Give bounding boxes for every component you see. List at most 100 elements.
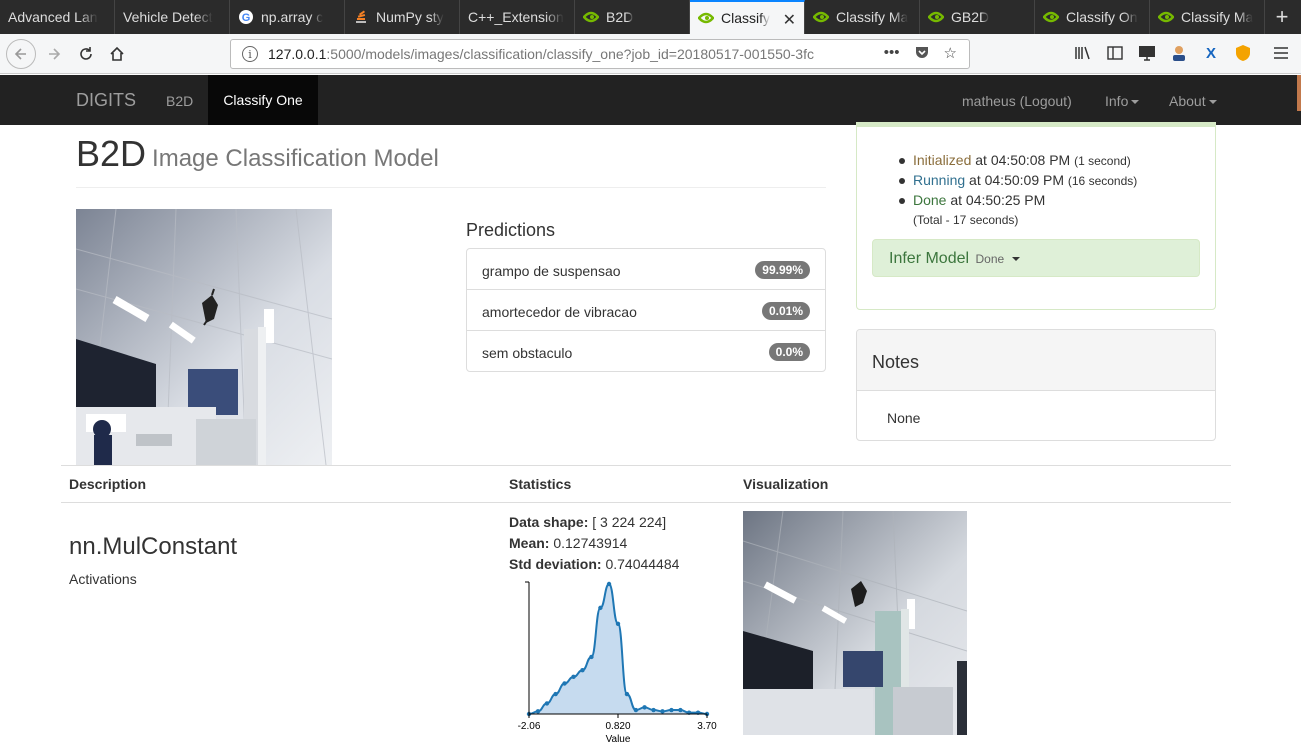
histogram-point	[678, 707, 683, 713]
x-axis-label: Value	[606, 734, 631, 744]
status-total: (Total - 17 seconds)	[913, 213, 1019, 227]
nvidia-icon	[1158, 9, 1174, 25]
tab-title: Classify On	[1066, 9, 1138, 25]
info-icon[interactable]: i	[242, 46, 258, 62]
arrow-right-icon	[49, 48, 61, 60]
histogram-point	[553, 691, 558, 697]
nvidia-icon	[698, 10, 714, 26]
browser-tab-active[interactable]: Classify ✕	[690, 0, 805, 34]
caret-down-icon	[1208, 100, 1217, 105]
tab-title: Advanced Lan	[8, 9, 98, 25]
status-list: Initialized at 04:50:08 PM (1 second) Ru…	[898, 152, 1138, 212]
histogram-point	[598, 605, 603, 611]
page-scrollbar[interactable]	[1297, 75, 1301, 111]
infer-model-label: Infer Model	[889, 250, 970, 267]
stat-value: [ 3 224 224]	[592, 514, 667, 530]
extension-x-icon[interactable]: X	[1202, 44, 1220, 62]
status-duration: (1 second)	[1074, 154, 1131, 168]
status-time: at 04:50:25 PM	[950, 192, 1046, 208]
prediction-item: sem obstaculo 0.0%	[467, 331, 825, 371]
tab-title: GB2D	[951, 9, 990, 25]
forward-button[interactable]	[40, 40, 68, 68]
status-duration: (16 seconds)	[1067, 174, 1138, 188]
std-stat: Std deviation: 0.74044484	[509, 556, 679, 572]
status-state: Done	[913, 192, 947, 208]
nav-model-link[interactable]: B2D	[166, 93, 193, 109]
model-name: B2D	[76, 133, 147, 174]
nav-classify-one[interactable]: Classify One	[208, 75, 318, 125]
new-tab-button[interactable]: +	[1265, 0, 1299, 34]
tab-title: Classify Ma	[1181, 9, 1254, 25]
infer-model-state: Done	[975, 252, 1005, 266]
extension-shield-icon[interactable]	[1234, 44, 1252, 62]
layer-type: Activations	[69, 571, 137, 587]
x-tick-label: 0.820	[605, 721, 630, 732]
screen-icon[interactable]	[1138, 44, 1156, 62]
browser-tab[interactable]: Vehicle Detect	[115, 0, 230, 34]
close-icon[interactable]: ✕	[783, 10, 796, 30]
svg-text:G: G	[242, 12, 251, 24]
browser-tab[interactable]: NumPy sty	[345, 0, 460, 34]
browser-tab[interactable]: Advanced Lan	[0, 0, 115, 34]
caret-down-icon	[1011, 256, 1020, 261]
user-logout-link[interactable]: matheus (Logout)	[962, 93, 1072, 109]
nvidia-icon	[928, 9, 944, 25]
caret-down-icon	[1131, 100, 1140, 105]
histogram-point	[660, 709, 665, 714]
browser-tab[interactable]: Classify On	[1035, 0, 1150, 34]
pocket-icon[interactable]	[914, 44, 930, 64]
prediction-item: grampo de suspensao 99.99%	[467, 249, 825, 290]
browser-tab[interactable]: GB2D	[920, 0, 1035, 34]
prediction-badge: 0.0%	[768, 343, 810, 361]
extension-user-icon[interactable]	[1170, 44, 1188, 62]
about-label: About	[1169, 93, 1206, 109]
sidebar-icon[interactable]	[1106, 44, 1124, 62]
histogram-point	[633, 707, 639, 713]
library-icon[interactable]	[1074, 44, 1092, 62]
home-button[interactable]	[103, 40, 131, 68]
nvidia-icon	[1043, 9, 1059, 25]
job-status-panel: Initialized at 04:50:08 PM (1 second) Ru…	[856, 122, 1216, 310]
bookmark-star-icon[interactable]: ☆	[944, 44, 957, 64]
notes-body: None	[887, 410, 921, 426]
tab-title: C++_Extension	[468, 9, 564, 25]
visualization-header: Visualization	[743, 476, 829, 492]
infer-model-dropdown[interactable]: Infer Model Done	[872, 239, 1200, 277]
stat-label: Std deviation:	[509, 556, 602, 572]
tab-title: np.array c	[261, 9, 324, 25]
browser-tab[interactable]: Classify Ma	[1150, 0, 1265, 34]
reload-icon	[80, 47, 92, 60]
status-item: Done at 04:50:25 PM	[898, 192, 1137, 212]
url-bar[interactable]: i 127.0.0.1 :5000/models/images/classifi…	[230, 39, 970, 69]
tab-title: Classify	[721, 10, 771, 26]
stat-value: 0.12743914	[553, 535, 628, 551]
reload-button[interactable]	[72, 40, 100, 68]
divider	[76, 187, 826, 188]
histogram-point	[606, 581, 612, 587]
data-shape-stat: Data shape: [ 3 224 224]	[509, 514, 666, 530]
brand-link[interactable]: DIGITS	[76, 90, 136, 111]
prediction-badge: 99.99%	[755, 261, 810, 279]
more-actions-icon[interactable]: •••	[884, 44, 900, 64]
description-header: Description	[69, 476, 147, 492]
back-button[interactable]	[6, 39, 36, 69]
tab-title: Vehicle Detect	[123, 9, 213, 25]
tab-title: B2D	[606, 9, 634, 25]
histogram-point	[580, 668, 585, 673]
nav-active-label: Classify One	[223, 92, 303, 108]
url-host: 127.0.0.1	[268, 46, 327, 62]
status-state: Running	[913, 172, 966, 188]
browser-tab[interactable]: G np.array c	[230, 0, 345, 34]
stat-label: Data shape:	[509, 514, 589, 530]
browser-tab[interactable]: C++_Extension	[460, 0, 575, 34]
histogram-point	[589, 654, 594, 660]
info-label: Info	[1105, 93, 1129, 109]
about-dropdown[interactable]: About	[1169, 93, 1217, 109]
histogram-point	[571, 674, 576, 680]
menu-icon[interactable]	[1272, 44, 1290, 62]
info-dropdown[interactable]: Info	[1105, 93, 1140, 109]
browser-tab[interactable]: Classify Ma	[805, 0, 920, 34]
nvidia-icon	[583, 9, 599, 25]
stat-value: 0.74044484	[605, 556, 680, 572]
browser-tab[interactable]: B2D	[575, 0, 690, 34]
